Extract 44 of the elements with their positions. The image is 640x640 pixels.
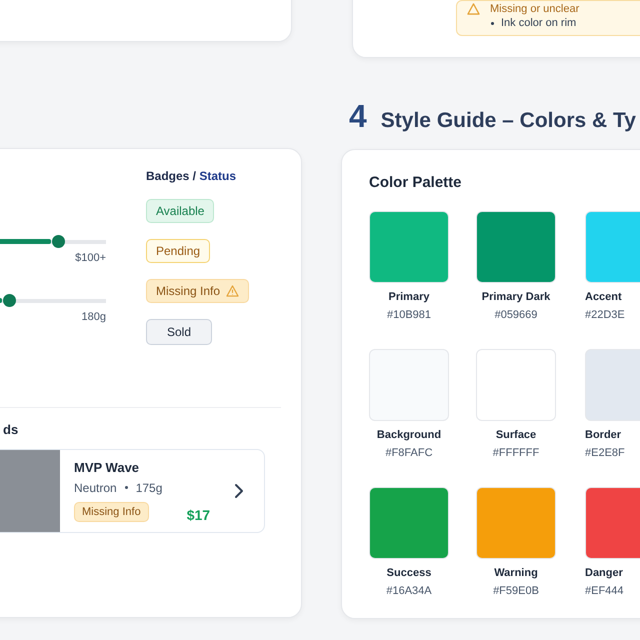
color-name: Border — [585, 429, 622, 441]
status-badge: Missing Info — [146, 279, 250, 303]
slider-handle[interactable] — [3, 294, 16, 307]
disc-price: $17 — [186, 506, 210, 522]
color-name: Warning — [494, 567, 538, 579]
color-name: Danger — [585, 567, 623, 579]
section-number: 4 — [349, 98, 367, 135]
color-hex: #F8FAFC — [385, 447, 433, 459]
bullet-icon — [491, 22, 494, 24]
color-name: Primary — [388, 291, 430, 303]
color-name: Accent — [585, 291, 622, 303]
separator-dot — [124, 486, 128, 489]
section-heading: ds — [2, 422, 20, 437]
listing-card[interactable]: MVP Wave Neutron 175g Missing Info $17 — [0, 449, 265, 533]
color-hex: #16A34A — [386, 585, 432, 597]
color-hex: #059669 — [494, 309, 538, 321]
color-hex: #FFFFFF — [492, 447, 540, 459]
color-hex: #10B981 — [386, 309, 432, 321]
color-hex: #E2E8F — [585, 447, 625, 459]
badges-heading: Badges / Status — [146, 169, 236, 183]
slider-value: $100+ — [75, 252, 106, 264]
status-badge: Available — [146, 199, 214, 223]
disc-plastic: Neutron — [74, 480, 117, 494]
note-title: Missing or unclear — [490, 3, 580, 15]
status-badge: Pending — [146, 239, 210, 263]
warning-icon — [467, 3, 480, 15]
disc-weight: 175g — [136, 480, 162, 494]
status-badge: Sold — [146, 319, 212, 345]
color-name: Primary Dark — [482, 291, 550, 303]
color-name: Background — [376, 429, 442, 441]
color-name: Surface — [496, 429, 536, 441]
color-hex: #F59E0B — [493, 585, 539, 597]
chevron-right-icon — [234, 483, 244, 499]
color-hex: #EF444 — [585, 585, 624, 597]
palette-title: Color Palette — [369, 174, 463, 191]
slider-handle[interactable] — [52, 235, 66, 248]
color-name: Success — [386, 567, 432, 579]
status-badge: Missing Info — [74, 502, 149, 522]
section-title: Style Guide – Colors & Ty — [380, 109, 636, 133]
color-hex: #22D3E — [585, 309, 625, 321]
slider-value: 180g — [82, 311, 106, 323]
warning-icon — [226, 285, 240, 297]
note-item: Ink color on rim — [501, 17, 576, 29]
disc-name: MVP Wave — [74, 460, 140, 474]
